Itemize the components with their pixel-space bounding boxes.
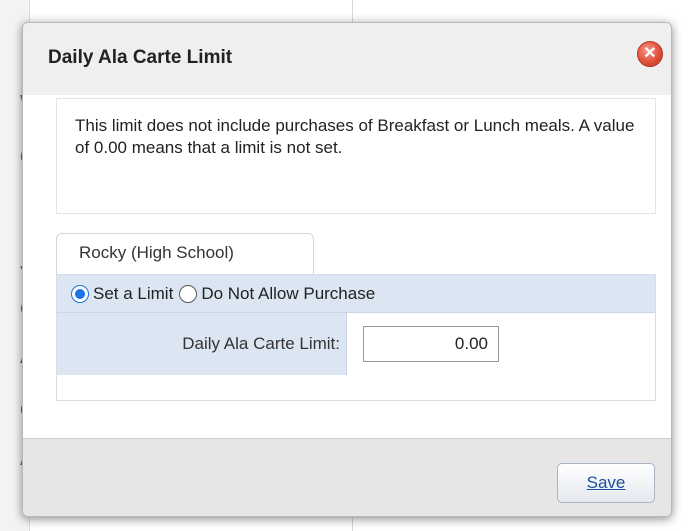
dialog-body: This limit does not include purchases of… — [23, 95, 671, 438]
dialog-header: Daily Ala Carte Limit ✕ — [23, 23, 671, 95]
limit-mode-row: Set a Limit Do Not Allow Purchase — [57, 275, 655, 313]
limit-row: Daily Ala Carte Limit: — [57, 313, 655, 375]
daily-limit-dialog: Daily Ala Carte Limit ✕ This limit does … — [22, 22, 672, 517]
close-icon[interactable]: ✕ — [637, 41, 663, 67]
dialog-footer: Save — [23, 438, 671, 516]
dialog-title: Daily Ala Carte Limit — [48, 47, 233, 68]
tab-panel: Set a Limit Do Not Allow Purchase Daily … — [56, 274, 656, 401]
save-button[interactable]: Save — [557, 463, 655, 503]
set-limit-label[interactable]: Set a Limit — [93, 284, 173, 304]
do-not-allow-label[interactable]: Do Not Allow Purchase — [201, 284, 375, 304]
info-message: This limit does not include purchases of… — [56, 98, 656, 214]
tab-rocky-high-school[interactable]: Rocky (High School) — [56, 233, 314, 274]
limit-field-label: Daily Ala Carte Limit: — [57, 313, 347, 375]
do-not-allow-radio[interactable] — [179, 284, 198, 303]
set-limit-radio[interactable] — [71, 284, 89, 303]
limit-amount-input[interactable] — [363, 326, 499, 362]
